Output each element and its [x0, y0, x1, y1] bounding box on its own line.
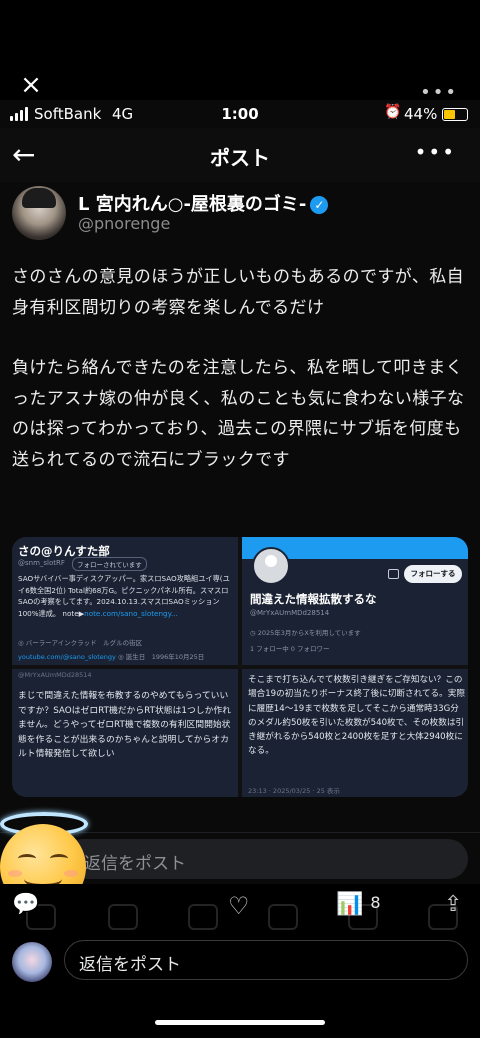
- media-image-profile-sano[interactable]: さの@りんすた部 @snm_slotRF フォローされています SAOサバイバー…: [12, 537, 238, 665]
- alarm-icon: ⏰: [384, 104, 402, 120]
- composer-placeholder: 返信をポスト: [79, 955, 181, 975]
- sano-profile-birth: ◎ 誕生日 1996年10月25日: [117, 653, 205, 661]
- reply-right-footer: 23:13 · 2025/03/25 · 25 表示: [248, 787, 340, 795]
- sano-profile-handle: @snm_slotRF: [18, 559, 65, 567]
- my-avatar: [12, 942, 52, 982]
- reply-composer: 返信をポスト: [0, 932, 480, 1038]
- post-paragraph: 負けたら絡んできたのを注意したら、私を晒して叩きまくったアスナ嫁の仲が良く、私の…: [12, 358, 465, 470]
- composer-input[interactable]: 返信をポスト: [64, 940, 468, 980]
- media-viewer-header: × •••: [0, 0, 480, 103]
- search-tab-icon: [108, 904, 138, 930]
- media-grid[interactable]: さの@りんすた部 @snm_slotRF フォローされています SAOサバイバー…: [12, 537, 468, 797]
- sano-profile-website: youtube.com/@sano_slotengy: [18, 653, 116, 661]
- share-icon[interactable]: ⇪: [444, 892, 462, 920]
- reply-right-text: そこまで打ち込んでて枚数引き継ぎをご存知ない？この場合19の初当たりボーナス終了…: [248, 675, 465, 757]
- sano-profile-location: ◎ バーラーアインクラッド ルグルの街区: [18, 639, 143, 647]
- battery-icon: [442, 108, 468, 121]
- verified-badge-icon: ✓: [310, 196, 329, 214]
- message-icon: [388, 569, 399, 579]
- author-display-name[interactable]: L 宮内れん○-屋根裏のゴミ- ✓: [78, 190, 329, 216]
- sano-profile-meta: youtube.com/@sano_slotengy ◎ 誕生日 1996年10…: [18, 651, 232, 661]
- sano-profile-bio: SAOサバイバー事ディスクアッパー。家スロSAO攻略組ユイ専(ユイ6数全国2位)…: [18, 573, 232, 619]
- video-tab-icon: [268, 904, 298, 930]
- misinfo-profile-joined: ◷ 2025年3月からXを利用しています: [250, 629, 361, 637]
- reply-left-handle: @MrYxAUmMDd28514: [18, 671, 92, 679]
- follows-you-badge: フォローされています: [72, 557, 147, 571]
- post-text: さのさんの意見のほうが正しいものもあるのですが、私自身有利区間切りの考察を楽しん…: [12, 262, 470, 475]
- post-actions: 💬 ♡ 📊 8 ⇪: [0, 884, 480, 932]
- default-avatar-icon: [252, 547, 290, 585]
- battery-percent: 44%: [404, 105, 438, 123]
- reply-left-text: まじで間違えた情報を布教するのやめてもらっていいですか？SAOはゼロRT機だから…: [18, 691, 231, 759]
- misinfo-profile-name: 間違えた情報拡散するな: [250, 592, 377, 606]
- follow-button-image: フォローする: [404, 565, 462, 583]
- views-button[interactable]: 📊 8: [336, 892, 381, 920]
- post-more-icon[interactable]: •••: [415, 140, 456, 164]
- misinfo-profile-handle: @MrYxAUmMDd28514: [250, 609, 330, 617]
- sano-bio-link: note.com/sano_slotengy...: [84, 608, 178, 618]
- views-count: 8: [370, 893, 381, 912]
- following-count: 1 フォロー中: [250, 645, 289, 653]
- home-indicator[interactable]: [155, 1020, 325, 1025]
- media-image-reply-left[interactable]: @MrYxAUmMDd28514 まじで間違えた情報を布教するのやめてもらってい…: [12, 669, 238, 797]
- reply-input[interactable]: 返信をポスト: [62, 839, 468, 879]
- media-image-profile-misinfo[interactable]: フォローする 間違えた情報拡散するな @MrYxAUmMDd28514 ◷ 20…: [242, 537, 468, 665]
- followers-count: 0 フォロワー: [290, 645, 330, 653]
- author-handle[interactable]: @pnorenge: [78, 214, 170, 233]
- like-icon[interactable]: ♡: [228, 892, 250, 920]
- views-icon: 📊: [336, 892, 364, 917]
- grok-tab-icon: [188, 904, 218, 930]
- status-bar: SoftBank 4G 1:00 ⏰ 44%: [0, 100, 480, 128]
- reply-placeholder: 返信をポスト: [84, 854, 186, 874]
- post-paragraph: さのさんの意見のほうが正しいものもあるのですが、私自身有利区間切りの考察を楽しん…: [12, 267, 465, 318]
- close-icon[interactable]: ×: [18, 72, 44, 98]
- author-name-text: L 宮内れん○-屋根裏のゴミ-: [78, 194, 307, 215]
- page-title: ポスト: [210, 146, 270, 170]
- reply-icon[interactable]: 💬: [12, 892, 39, 920]
- media-image-reply-right[interactable]: そこまで打ち込んでて枚数引き継ぎをご存知ない？この場合19の初当たりボーナス終了…: [242, 669, 468, 797]
- post-nav-bar: ← ポスト •••: [0, 128, 480, 182]
- sano-bio-link-prefix: note▶: [62, 608, 85, 618]
- author-avatar[interactable]: [12, 186, 66, 240]
- post-detail: L 宮内れん○-屋根裏のゴミ- ✓ @pnorenge さのさんの意見のほうが正し…: [0, 182, 480, 832]
- misinfo-profile-counts: 1 フォロー中 0 フォロワー: [250, 643, 329, 653]
